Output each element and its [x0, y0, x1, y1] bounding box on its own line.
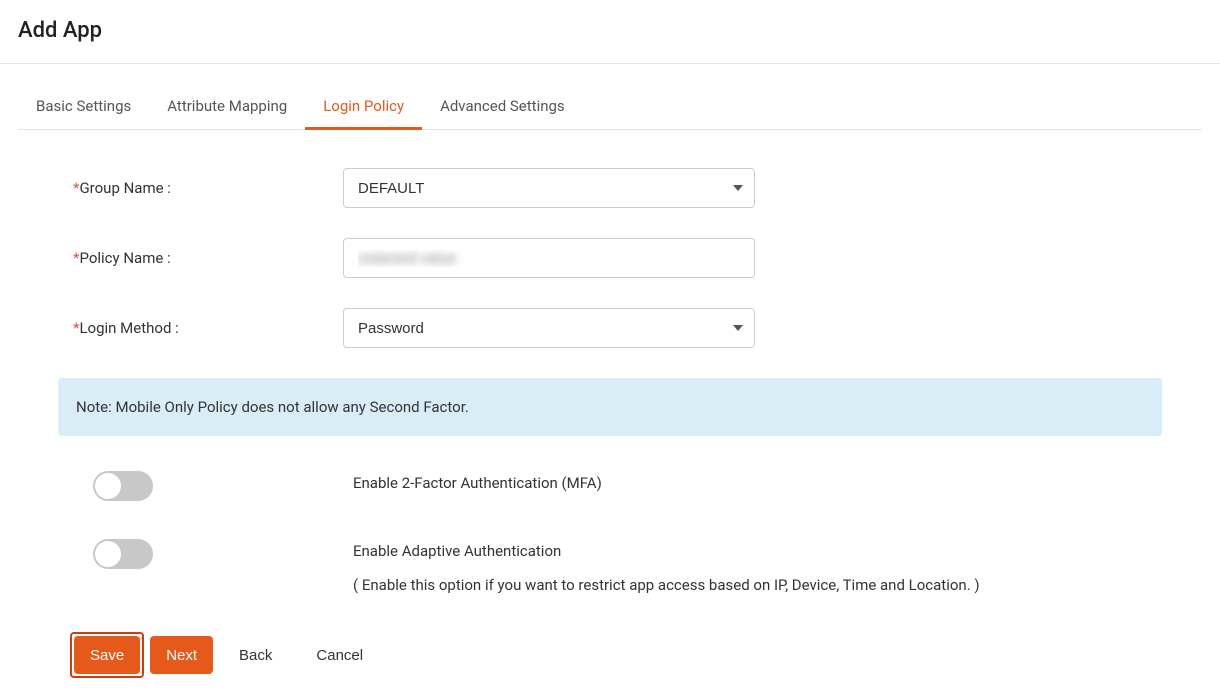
- policy-name-label: *Policy Name :: [73, 249, 343, 267]
- toggle-knob: [95, 541, 121, 567]
- save-button-highlight: Save: [70, 632, 144, 678]
- tab-bar: Basic Settings Attribute Mapping Login P…: [18, 84, 1202, 130]
- cancel-button[interactable]: Cancel: [298, 636, 381, 674]
- tab-advanced-settings[interactable]: Advanced Settings: [422, 85, 583, 130]
- tab-login-policy[interactable]: Login Policy: [305, 85, 422, 130]
- mfa-toggle-label: Enable 2-Factor Authentication (MFA): [353, 474, 602, 492]
- login-method-select[interactable]: Password: [343, 308, 755, 348]
- toggle-knob: [95, 473, 121, 499]
- group-name-label: *Group Name :: [73, 179, 343, 197]
- login-method-label: *Login Method :: [73, 319, 343, 337]
- tab-attribute-mapping[interactable]: Attribute Mapping: [149, 85, 305, 130]
- save-button[interactable]: Save: [74, 636, 140, 674]
- adaptive-toggle[interactable]: [93, 539, 153, 569]
- adaptive-toggle-sub: ( Enable this option if you want to rest…: [353, 576, 980, 594]
- group-name-select[interactable]: DEFAULT: [343, 168, 755, 208]
- tab-basic-settings[interactable]: Basic Settings: [18, 85, 149, 130]
- mfa-toggle[interactable]: [93, 471, 153, 501]
- note-box: Note: Mobile Only Policy does not allow …: [58, 378, 1162, 436]
- page-title: Add App: [18, 18, 1202, 43]
- back-button[interactable]: Back: [221, 636, 290, 674]
- next-button[interactable]: Next: [150, 636, 213, 674]
- adaptive-toggle-label: Enable Adaptive Authentication: [353, 542, 980, 560]
- policy-name-input[interactable]: [343, 238, 755, 278]
